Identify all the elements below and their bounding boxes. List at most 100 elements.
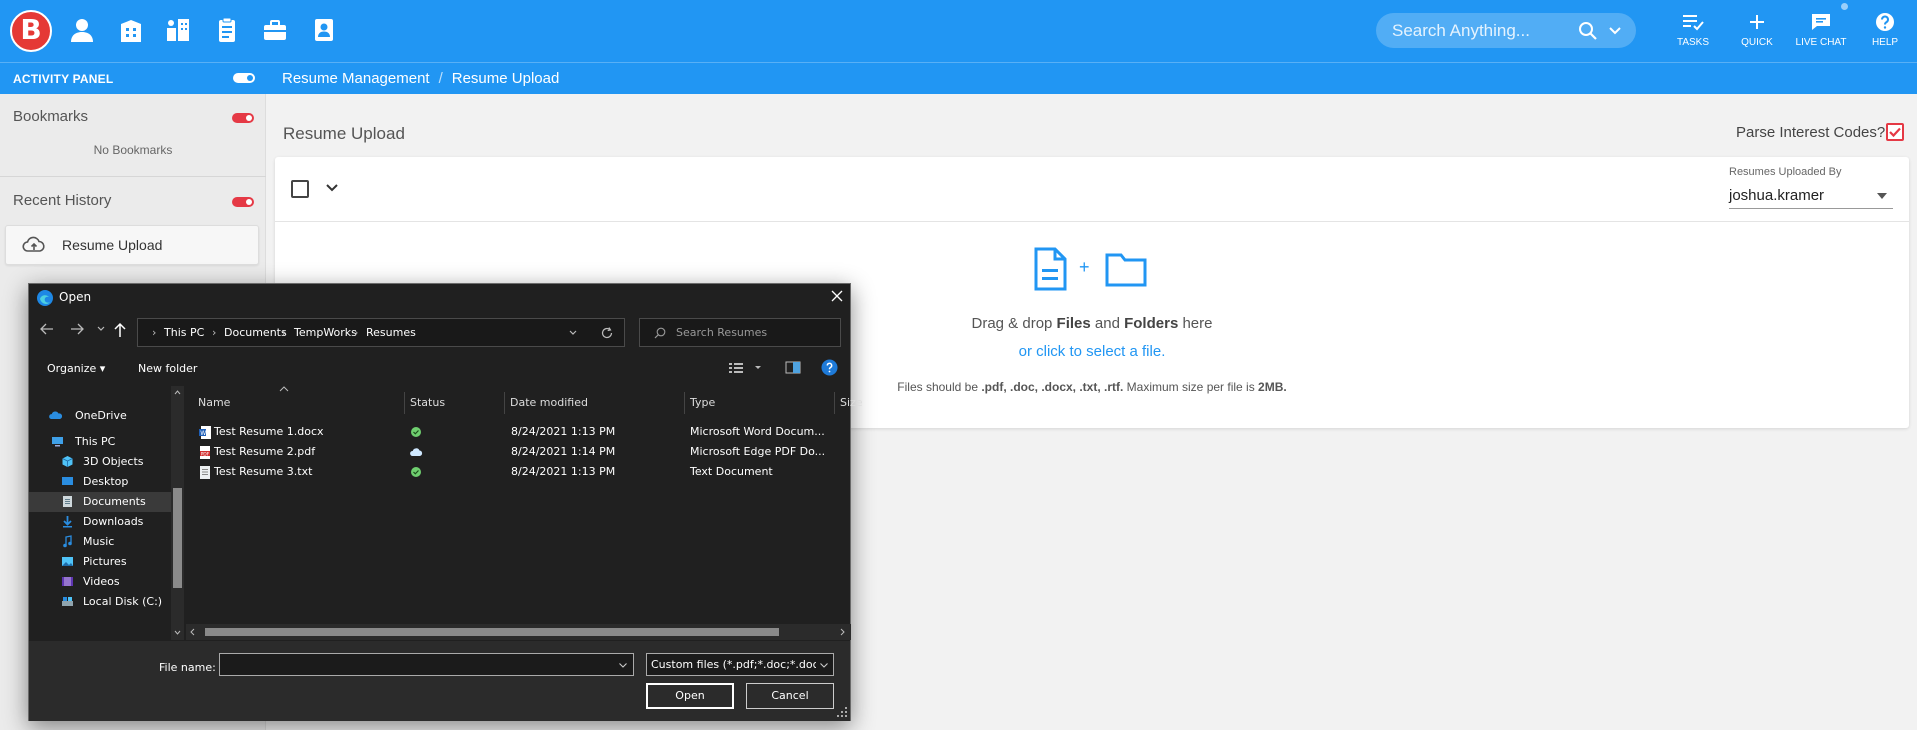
path-separator: › (152, 326, 157, 339)
chevron-down-icon[interactable] (618, 662, 628, 669)
search-icon[interactable] (1578, 21, 1598, 41)
file-row[interactable]: Test Resume 3.txt 8/24/2021 1:13 PM Text… (186, 462, 851, 482)
nav-item-label: Local Disk (C:) (83, 595, 163, 608)
global-search-input[interactable] (1392, 20, 1582, 41)
building-icon[interactable] (117, 16, 145, 44)
file-list-horizontal-scrollbar[interactable] (186, 624, 851, 640)
column-status[interactable]: Status (410, 396, 445, 409)
quick-button[interactable]: QUICK (1725, 12, 1789, 48)
history-item-resume-upload[interactable]: Resume Upload (5, 225, 259, 265)
path-documents[interactable]: Documents (224, 326, 287, 339)
check-icon (1889, 127, 1901, 138)
back-arrow-icon[interactable] (39, 322, 55, 336)
nav-item-3d-objects[interactable]: 3D Objects (29, 452, 171, 472)
org-chart-icon[interactable] (164, 16, 192, 44)
forward-arrow-icon[interactable] (69, 322, 85, 336)
nav-item-downloads[interactable]: Downloads (29, 512, 171, 532)
nav-item-onedrive[interactable]: OneDrive (29, 406, 171, 426)
dropdown-arrow-icon (1877, 193, 1887, 199)
clipboard-icon[interactable] (213, 16, 241, 44)
view-options-icon[interactable] (729, 362, 765, 374)
nav-item-desktop[interactable]: Desktop (29, 472, 171, 492)
organize-button[interactable]: Organize ▾ (47, 362, 105, 375)
scroll-left-icon[interactable] (190, 628, 195, 636)
nav-item-local-disk[interactable]: Local Disk (C:) (29, 592, 171, 612)
refresh-icon[interactable] (600, 326, 614, 340)
nav-item-music[interactable]: Music (29, 532, 171, 552)
column-date-modified[interactable]: Date modified (510, 396, 588, 409)
synced-status-icon (411, 467, 421, 477)
address-dropdown-icon[interactable] (568, 329, 578, 337)
id-badge-icon[interactable] (310, 16, 338, 44)
recent-history-toggle[interactable] (232, 197, 254, 207)
scrollbar-thumb[interactable] (173, 488, 182, 588)
scroll-right-icon[interactable] (840, 628, 845, 636)
help-icon[interactable] (821, 359, 838, 376)
column-divider[interactable] (684, 392, 685, 414)
chevron-down-icon[interactable] (325, 183, 339, 193)
new-folder-button[interactable]: New folder (138, 362, 197, 375)
file-name-input[interactable] (224, 657, 604, 670)
dialog-search[interactable] (639, 318, 841, 347)
file-name-field[interactable] (219, 653, 634, 676)
path-tempworks[interactable]: TempWorks (294, 326, 357, 339)
column-type[interactable]: Type (690, 396, 715, 409)
nav-item-videos[interactable]: Videos (29, 572, 171, 592)
file-row[interactable]: PDF Test Resume 2.pdf 8/24/2021 1:14 PM … (186, 442, 851, 462)
column-size[interactable]: Size (840, 396, 863, 409)
drop-prefix: Drag & drop (971, 315, 1057, 332)
scroll-down-icon[interactable] (174, 630, 181, 635)
column-divider[interactable] (834, 392, 835, 414)
tasks-button[interactable]: TASKS (1661, 12, 1725, 48)
nav-item-label: Downloads (83, 515, 144, 528)
dialog-title: Open (59, 290, 92, 304)
live-chat-button[interactable]: LIVE CHAT (1789, 12, 1853, 48)
up-arrow-icon[interactable] (113, 322, 127, 338)
app-logo[interactable]: B (10, 10, 52, 52)
live-chat-label: LIVE CHAT (1795, 37, 1847, 48)
file-row[interactable]: W Test Resume 1.docx 8/24/2021 1:13 PM M… (186, 422, 851, 442)
tasks-label: TASKS (1676, 37, 1710, 48)
help-label: HELP (1871, 37, 1899, 48)
breadcrumb-resume-management[interactable]: Resume Management (282, 70, 430, 87)
file-type-filter-value: Custom files (*.pdf;*.doc;*.docx (651, 658, 816, 671)
path-resumes[interactable]: Resumes (366, 326, 416, 339)
file-type-filter[interactable]: Custom files (*.pdf;*.doc;*.docx (646, 653, 834, 676)
svg-text:PDF: PDF (201, 451, 210, 457)
help-button[interactable]: HELP (1853, 12, 1917, 48)
briefcase-icon[interactable] (261, 16, 289, 44)
scrollbar-thumb[interactable] (205, 628, 779, 636)
nav-item-pictures[interactable]: Pictures (29, 552, 171, 572)
address-bar[interactable]: › This PC › Documents › TempWorks › Resu… (137, 318, 625, 347)
bookmarks-toggle[interactable] (232, 113, 254, 123)
uploaded-by-select[interactable]: joshua.kramer (1729, 185, 1893, 209)
nav-item-documents[interactable]: Documents (29, 492, 171, 512)
file-list: Name Status Date modified Type Size W Te… (186, 386, 863, 640)
column-divider[interactable] (504, 392, 505, 414)
cancel-button[interactable]: Cancel (746, 683, 834, 709)
drop-files: Files (1056, 315, 1091, 332)
file-type: Text Document (690, 465, 773, 478)
parse-interest-codes-checkbox[interactable] (1886, 123, 1904, 141)
column-divider[interactable] (404, 392, 405, 414)
global-search[interactable] (1376, 13, 1636, 48)
nav-item-this-pc[interactable]: This PC (29, 432, 171, 452)
recent-locations-chevron-icon[interactable] (96, 325, 106, 333)
close-icon[interactable] (828, 287, 846, 305)
note-middle: Maximum size per file is (1123, 380, 1259, 394)
column-name[interactable]: Name (198, 396, 230, 409)
note-prefix: Files should be (897, 380, 982, 394)
top-bar: B TASKS QUICK LIVE CHAT HELP (0, 0, 1917, 62)
navigation-pane-scrollbar[interactable] (171, 386, 184, 640)
open-button[interactable]: Open (646, 683, 734, 709)
scroll-up-icon[interactable] (174, 390, 181, 395)
chevron-down-icon[interactable] (1607, 23, 1623, 39)
dialog-search-input[interactable] (676, 326, 836, 339)
resize-grip-icon[interactable] (837, 707, 848, 718)
activity-panel-toggle[interactable] (233, 73, 255, 83)
path-this-pc[interactable]: This PC (164, 326, 204, 339)
person-icon[interactable] (68, 16, 96, 44)
select-all-checkbox[interactable] (291, 180, 309, 198)
parse-interest-codes-label: Parse Interest Codes? (1736, 124, 1886, 141)
preview-pane-icon[interactable] (785, 361, 801, 374)
